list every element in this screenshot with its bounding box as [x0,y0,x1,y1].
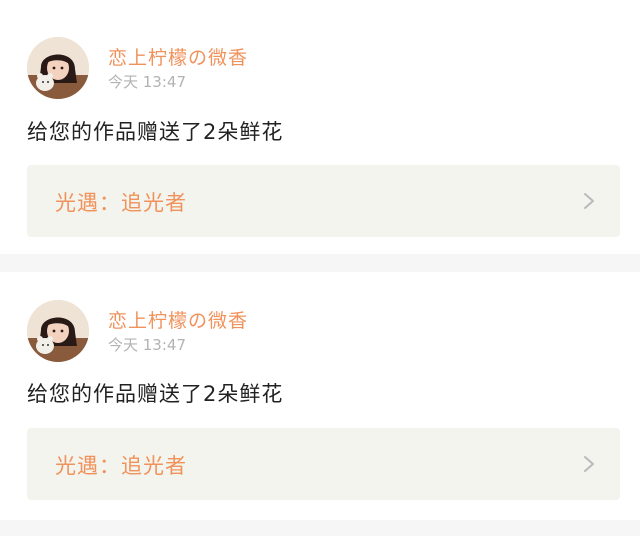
notification-message: 给您的作品赠送了2朵鲜花 [27,120,284,144]
user-name[interactable]: 恋上柠檬の微香 [108,43,248,70]
notification-card: 恋上柠檬の微香 今天 13:47 给您的作品赠送了2朵鲜花 光遇：追光者 [0,272,640,520]
work-title: 光遇：追光者 [55,191,187,215]
work-link[interactable]: 光遇：追光者 [27,165,620,237]
avatar-photo-icon [27,300,89,362]
chevron-right-icon [582,191,596,211]
work-link[interactable]: 光遇：追光者 [27,428,620,500]
timestamp: 今天 13:47 [108,73,186,91]
avatar[interactable] [27,37,89,99]
notification-card: 恋上柠檬の微香 今天 13:47 给您的作品赠送了2朵鲜花 光遇：追光者 [0,0,640,254]
timestamp: 今天 13:47 [108,336,186,354]
notification-message: 给您的作品赠送了2朵鲜花 [27,382,284,406]
work-title: 光遇：追光者 [55,454,187,478]
chevron-right-icon [582,454,596,474]
avatar-photo-icon [27,37,89,99]
user-name[interactable]: 恋上柠檬の微香 [108,306,248,333]
avatar[interactable] [27,300,89,362]
